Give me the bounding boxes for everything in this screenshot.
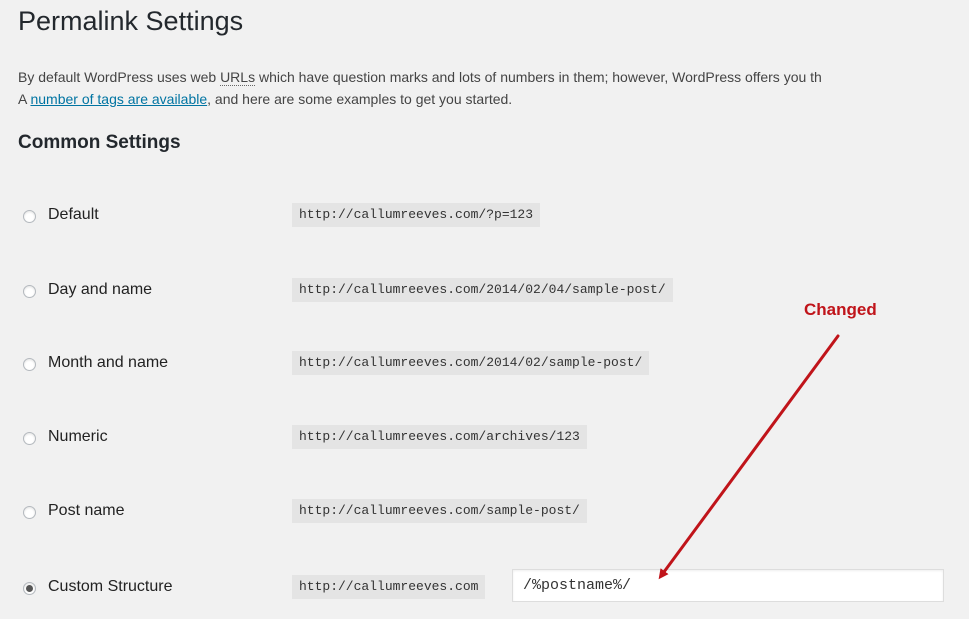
option-row-post-name[interactable]: Post name http://callumreeves.com/sample… [0,499,969,527]
option-row-custom-structure[interactable]: Custom Structure http://callumreeves.com [0,569,969,603]
permalink-settings-page: Permalink Settings By default WordPress … [0,0,969,619]
default-label[interactable]: Default [48,206,99,224]
changed-annotation-label: Changed [804,300,877,319]
intro-line-1: By default WordPress uses web URLs which… [18,66,969,88]
post-name-example-url: http://callumreeves.com/sample-post/ [292,499,587,523]
numeric-radio[interactable] [23,432,36,445]
intro-line-1-prefix: By default WordPress uses web [18,69,221,85]
month-and-name-radio[interactable] [23,358,36,371]
option-row-numeric[interactable]: Numeric http://callumreeves.com/archives… [0,425,969,453]
urls-abbreviation: URLs [220,69,256,86]
numeric-example-url: http://callumreeves.com/archives/123 [292,425,587,449]
month-and-name-example-url: http://callumreeves.com/2014/02/sample-p… [292,351,650,375]
option-row-default[interactable]: Default http://callumreeves.com/?p=123 [0,203,969,231]
default-example-url: http://callumreeves.com/?p=123 [292,203,541,227]
intro-line-2-suffix: , and here are some examples to get you … [207,91,513,107]
intro-line-2: A number of tags are available, and here… [18,88,969,110]
day-and-name-example-url: http://callumreeves.com/2014/02/04/sampl… [292,278,673,302]
month-and-name-label[interactable]: Month and name [48,354,168,372]
page-title: Permalink Settings [18,6,244,36]
post-name-label[interactable]: Post name [48,502,124,520]
default-radio[interactable] [23,210,36,223]
numeric-label[interactable]: Numeric [48,428,108,446]
intro-line-1-suffix: which have question marks and lots of nu… [255,69,822,85]
intro-line-2-prefix: A [18,91,31,107]
day-and-name-label[interactable]: Day and name [48,281,152,299]
post-name-radio[interactable] [23,506,36,519]
common-settings-heading: Common Settings [18,132,181,153]
custom-structure-radio[interactable] [23,582,36,595]
custom-structure-input[interactable] [512,569,944,602]
available-tags-link[interactable]: number of tags are available [30,91,207,107]
custom-structure-base-url: http://callumreeves.com [292,575,486,599]
day-and-name-radio[interactable] [23,285,36,298]
option-row-month-and-name[interactable]: Month and name http://callumreeves.com/2… [0,351,969,379]
intro-text: By default WordPress uses web URLs which… [18,66,969,110]
custom-structure-label[interactable]: Custom Structure [48,578,172,596]
